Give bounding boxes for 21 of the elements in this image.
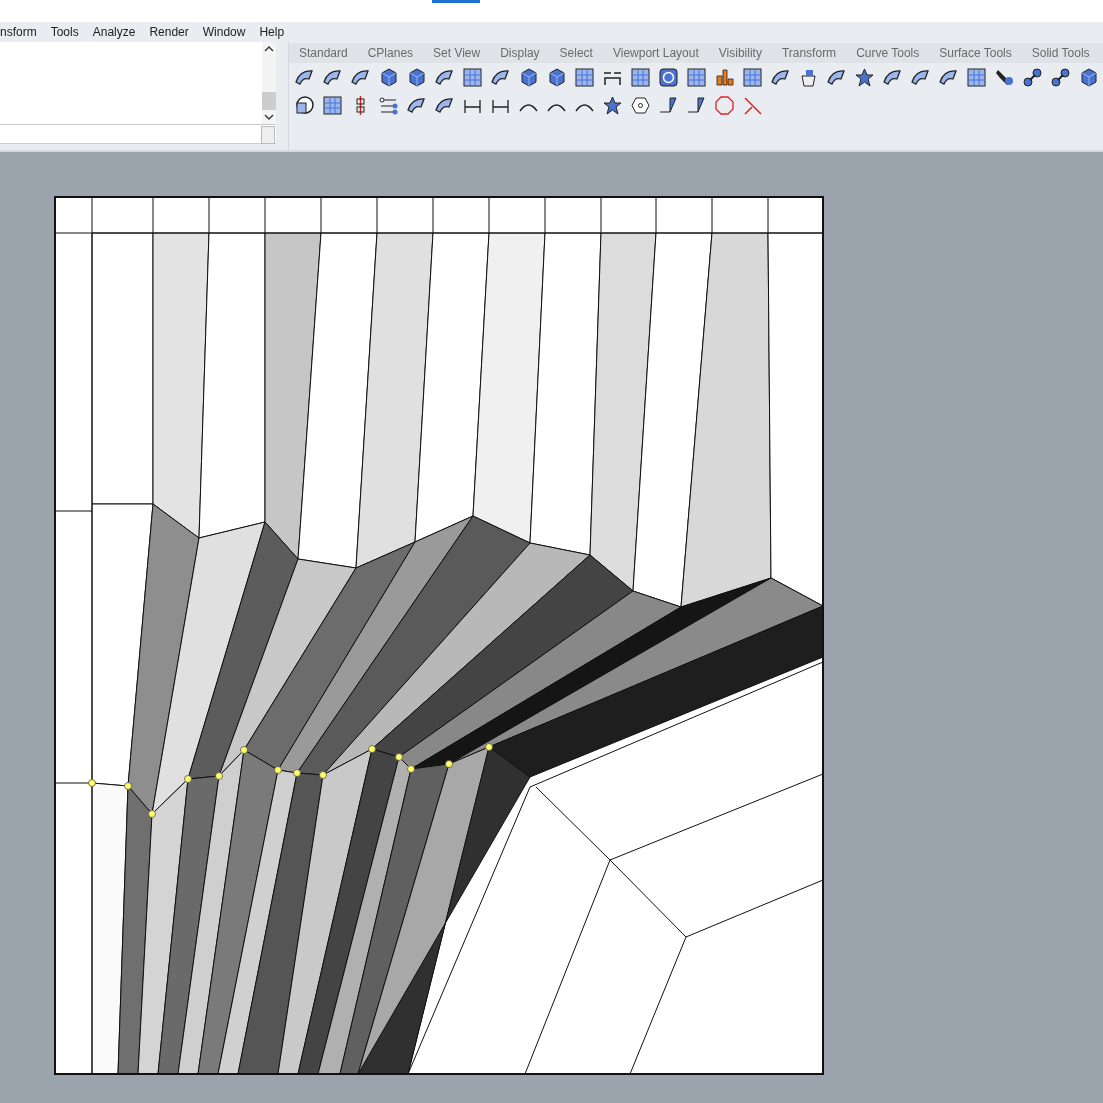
menu-item[interactable]: Help bbox=[259, 25, 285, 39]
menu-item[interactable]: Render bbox=[149, 25, 189, 39]
toolbar-tab[interactable]: CPlanes bbox=[357, 46, 424, 60]
toolbar-tab[interactable]: Select bbox=[549, 46, 603, 60]
menu-item[interactable]: Analyze bbox=[92, 25, 136, 39]
menu-item[interactable]: Window bbox=[202, 25, 246, 39]
tab-indicator bbox=[432, 0, 480, 3]
toolbar-tab[interactable]: Surface Tools bbox=[929, 46, 1022, 60]
command-field[interactable] bbox=[0, 125, 276, 144]
toolbar-tab[interactable]: Curve Tools bbox=[846, 46, 930, 60]
toolbar-tab[interactable]: Display bbox=[490, 46, 550, 60]
scroll-thumb[interactable] bbox=[261, 92, 276, 110]
menu-item[interactable]: nsform bbox=[0, 25, 37, 39]
toolbar-tab[interactable]: Transform bbox=[771, 46, 847, 60]
toolbar-tab[interactable]: Visibility bbox=[708, 46, 772, 60]
toolbar-tab[interactable]: Set View bbox=[423, 46, 491, 60]
toolbar-tab[interactable]: Solid Tools bbox=[1021, 46, 1100, 60]
toolbar-tab[interactable]: Viewport Layout bbox=[602, 46, 709, 60]
scrollbar[interactable] bbox=[261, 42, 276, 124]
toolbar-tab[interactable]: Standard bbox=[289, 46, 358, 60]
menu-item[interactable]: Tools bbox=[50, 25, 79, 39]
